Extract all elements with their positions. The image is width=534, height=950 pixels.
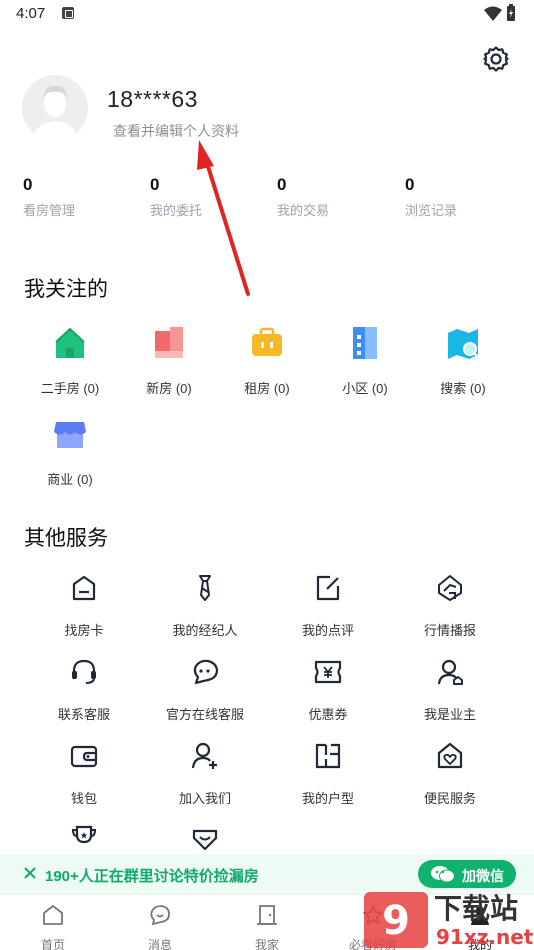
house-icon [55,327,85,358]
watermark-domain: 91xz.net [436,925,534,949]
service-label: 我是业主 [423,707,476,722]
broadcast-icon [438,575,462,601]
stat-history[interactable]: 0 浏览记录 [405,175,457,219]
follow-item-label: 小区 (0) [342,381,388,396]
service-owner[interactable]: 我是业主 [390,657,510,723]
stat-label: 看房管理 [23,203,76,218]
services-section-title: 其他服务 [24,527,108,550]
stat-transaction[interactable]: 0 我的交易 [277,175,329,219]
default-avatar-icon [22,75,88,141]
stat-label: 我的交易 [277,203,330,218]
watermark-title: 下载站 [434,892,518,925]
badge-icon [192,829,218,851]
service-find-card[interactable]: 找房卡 [24,573,144,639]
avatar[interactable] [22,75,88,141]
stat-count: 0 [405,175,415,194]
search-map-icon [448,329,479,359]
heart-house-icon [437,742,463,769]
service-wallet[interactable]: 钱包 [24,741,144,807]
service-label: 我的经纪人 [172,623,238,638]
notification-icon [62,7,74,19]
floorplan-icon [315,743,341,769]
stat-label: 浏览记录 [405,203,458,218]
community-icon [353,327,377,359]
tab-label: 消息 [147,938,172,950]
service-convenience[interactable]: 便民服务 [390,741,510,807]
site-watermark-logo: 9 下载站 91xz.net [364,892,534,949]
building-icon [155,327,183,358]
follow-item-secondhand[interactable]: 二手房 (0) [23,325,117,397]
service-join-us[interactable]: 加入我们 [145,741,265,807]
username[interactable]: 18****63 [107,86,198,113]
follow-item-label: 搜索 (0) [440,381,486,396]
review-icon [316,575,340,601]
coupon-icon [314,660,342,684]
service-label: 行情播报 [423,623,476,638]
home-tab-icon [43,905,63,925]
stats-row: 0 看房管理 0 我的委托 0 我的交易 0 浏览记录 [0,175,534,221]
follow-item-community[interactable]: 小区 (0) [318,325,412,397]
follow-section-title: 我关注的 [24,278,108,301]
service-label: 便民服务 [423,791,476,806]
trophy-icon [71,825,97,844]
tab-home[interactable]: 首页 [13,903,93,950]
service-coupon[interactable]: 优惠券 [268,657,388,723]
service-contact-support[interactable]: 联系客服 [24,657,144,723]
headset-icon [72,659,96,684]
edit-profile-link[interactable]: 查看并编辑个人资料 [113,121,239,141]
stat-viewing[interactable]: 0 看房管理 [23,175,75,219]
add-wechat-label: 加微信 [462,868,504,884]
tie-icon [199,575,211,601]
service-label: 加入我们 [178,791,231,806]
tab-label: 首页 [40,938,65,950]
tab-label: 我家 [254,938,279,950]
close-icon[interactable] [22,865,38,881]
tab-my-home[interactable]: 我家 [227,903,307,950]
service-label: 找房卡 [64,623,104,638]
status-time: 4:07 [16,5,46,22]
chat-icon [193,659,219,685]
join-icon [191,742,217,769]
svg-text:9: 9 [382,898,410,944]
follow-item-label: 新房 (0) [146,381,192,396]
service-label: 优惠券 [308,707,348,722]
battery-icon [507,4,515,21]
stat-count: 0 [277,175,287,194]
stat-label: 我的委托 [150,203,203,218]
door-tab-icon [257,905,277,925]
message-tab-icon [150,905,170,926]
follow-item-label: 租房 (0) [244,381,290,396]
service-online-support[interactable]: 官方在线客服 [145,657,265,723]
suitcase-icon [252,327,282,356]
stat-count: 0 [150,175,160,194]
follow-item-commercial[interactable]: 商业 (0) [23,416,117,488]
service-label: 我的户型 [301,791,354,806]
follow-item-label: 商业 (0) [47,472,93,487]
follow-item-search[interactable]: 搜索 (0) [416,325,510,397]
status-bar: 4:07 [0,0,534,28]
service-label: 联系客服 [57,707,110,722]
service-floorplan[interactable]: 我的户型 [268,741,388,807]
add-wechat-button[interactable]: 加微信 [418,860,516,888]
service-my-agent[interactable]: 我的经纪人 [145,573,265,639]
service-market-broadcast[interactable]: 行情播报 [390,573,510,639]
wallet-icon [70,745,98,768]
service-label: 官方在线客服 [165,707,244,722]
shop-icon [54,422,86,448]
wechat-icon [431,866,455,883]
service-my-review[interactable]: 我的点评 [268,573,388,639]
follow-item-label: 二手房 (0) [40,381,100,396]
owner-icon [437,659,463,685]
follow-item-newhouse[interactable]: 新房 (0) [122,325,216,397]
card-icon [72,575,96,601]
stat-entrust[interactable]: 0 我的委托 [150,175,202,219]
follow-item-rent[interactable]: 租房 (0) [220,325,314,397]
settings-gear-icon[interactable] [482,45,510,73]
stat-count: 0 [23,175,33,194]
service-label: 我的点评 [301,623,354,638]
service-label: 钱包 [70,791,97,806]
banner-text: 190+人正在群里讨论特价捡漏房 [45,868,259,885]
tab-messages[interactable]: 消息 [120,903,200,950]
wifi-icon [484,6,502,21]
